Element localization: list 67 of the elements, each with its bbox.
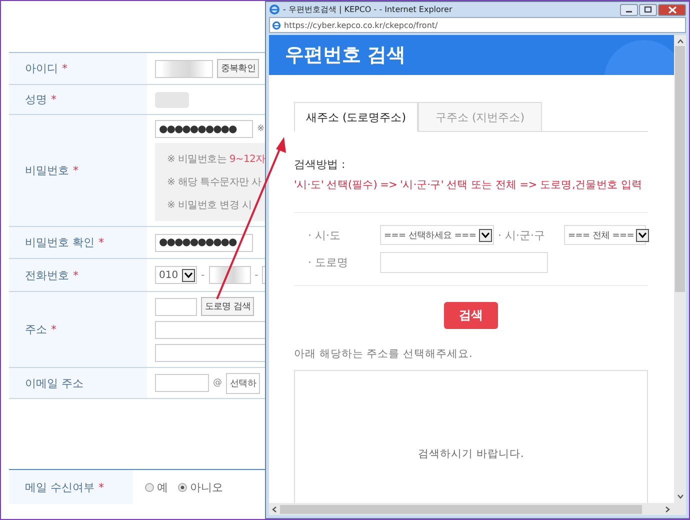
redacted-value (155, 92, 189, 108)
at-sign: @ (213, 378, 222, 388)
maximize-icon (644, 6, 652, 13)
required-mark-text: * (62, 62, 68, 75)
required-mark-text: * (98, 236, 104, 249)
hint-text: ※ 비밀번호 변경 시 (167, 199, 253, 212)
duplicate-check-button[interactable]: 중복확인 (217, 59, 260, 78)
required-mark-text: * (51, 93, 56, 106)
field-label: · 도로명 (308, 255, 349, 270)
required-mark-text: * (73, 164, 78, 177)
field-label: · 시·도 (308, 228, 342, 242)
instruction-text: 아래 해당하는 주소를 선택해주세요. (294, 347, 474, 361)
region-select[interactable]: === 선택하세요 === (380, 225, 494, 245)
field-label: 비밀번호 확인 * (9, 227, 147, 258)
window-title: - 우편번호검색 | KEPCO - - Internet Explorer (283, 4, 452, 15)
field-label: 전화번호 * (9, 259, 147, 291)
region-select[interactable]: === 전체 === (564, 225, 646, 245)
separator: - (201, 270, 205, 280)
browser-icon (269, 4, 280, 15)
field-label: 메일 수신여부 * (9, 470, 133, 504)
required-mark-text: * (51, 323, 56, 336)
password-confirm-field[interactable]: ●●●●●●●●●● (155, 234, 253, 252)
note-mark: ※ (257, 124, 265, 134)
field-label: 주소 * (9, 292, 147, 367)
address-bar[interactable]: https://cyber.kepco.co.kr/ckepco/front/ (269, 17, 686, 33)
required-mark-text: * (73, 268, 78, 282)
domain-select[interactable]: 선택하 (226, 372, 260, 394)
field-label: 비밀번호 * (9, 115, 147, 226)
email-field[interactable] (155, 374, 209, 392)
close-button[interactable] (658, 4, 686, 16)
field-label: 아이디 * (9, 53, 147, 84)
search-button[interactable]: 검색 (444, 302, 498, 329)
method-text: '시·도' 선택(필수) => '시·군·구' 선택 또는 전체 => 도로명,건물번호 입력 (294, 178, 648, 213)
required-mark-text: * (98, 480, 104, 494)
phone-field[interactable] (208, 266, 251, 284)
maximize-button[interactable] (639, 4, 657, 16)
empty-message: 검색하시기 바랍니다. (418, 447, 524, 461)
road-name-field[interactable] (380, 252, 548, 273)
page-title: 우편번호 검색 (285, 43, 406, 68)
dropdown-icon (182, 268, 195, 282)
field-label: · 시·군·구 (498, 228, 546, 242)
horizontal-scrollbar[interactable] (269, 503, 686, 515)
postcode-field[interactable] (155, 298, 197, 316)
scroll-down-icon[interactable] (676, 494, 684, 499)
radio-option[interactable]: 아니오 (178, 480, 223, 494)
method-label: 검색방법 : (294, 157, 346, 172)
field-label: 성명 * (9, 85, 147, 114)
hint-text: ※ 해당 특수문자만 사 (167, 176, 262, 189)
scroll-right-icon[interactable] (665, 506, 670, 512)
road-search-button[interactable]: 도로명 검색 (201, 297, 254, 316)
dropdown-icon (479, 228, 492, 242)
separator: - (254, 270, 258, 280)
field-label: 이메일 주소 (9, 368, 147, 398)
radio-option[interactable]: 예 (145, 480, 168, 494)
close-icon (668, 6, 676, 14)
hint-text: ※ 비밀번호는 9~12자 (167, 153, 266, 166)
url-text: https://cyber.kepco.co.kr/ckepco/front/ (284, 20, 438, 30)
minimize-button[interactable] (620, 4, 638, 16)
dropdown-icon (636, 228, 649, 242)
id-field[interactable] (155, 60, 213, 78)
tab[interactable]: 새주소 (도로명주소) (294, 102, 418, 132)
scroll-up-icon[interactable] (676, 39, 684, 44)
vertical-scrollbar[interactable] (674, 35, 686, 503)
scroll-left-icon[interactable] (272, 506, 277, 512)
password-field[interactable]: ●●●●●●●●●● (155, 120, 253, 138)
browser-icon (272, 20, 281, 30)
phone-prefix-select[interactable]: 010 (155, 266, 197, 284)
